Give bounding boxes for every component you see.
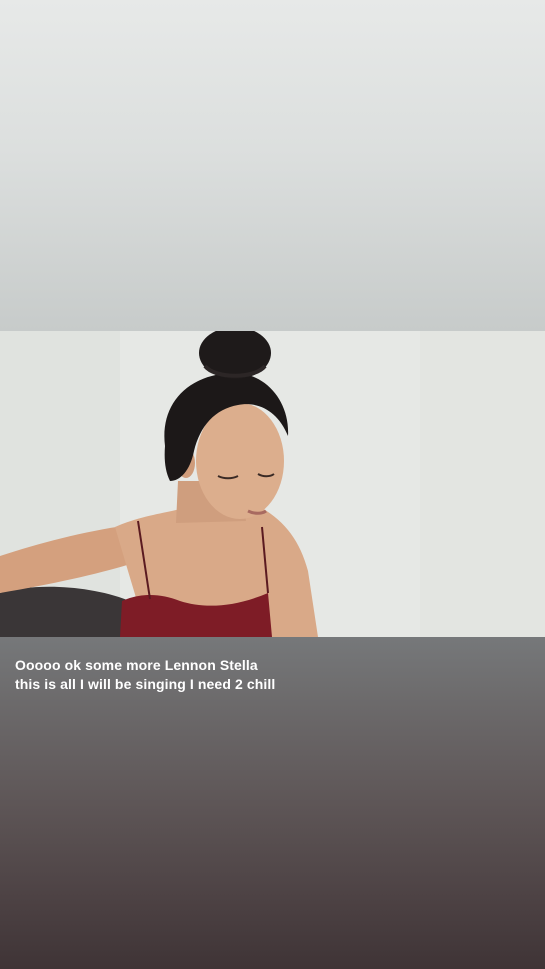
top-background-gradient xyxy=(0,0,545,331)
story-viewer: Ooooo ok some more Lennon Stella this is… xyxy=(0,0,545,969)
singer-photo xyxy=(0,331,545,637)
video-frame[interactable] xyxy=(0,331,545,637)
story-caption: Ooooo ok some more Lennon Stella this is… xyxy=(15,657,276,692)
